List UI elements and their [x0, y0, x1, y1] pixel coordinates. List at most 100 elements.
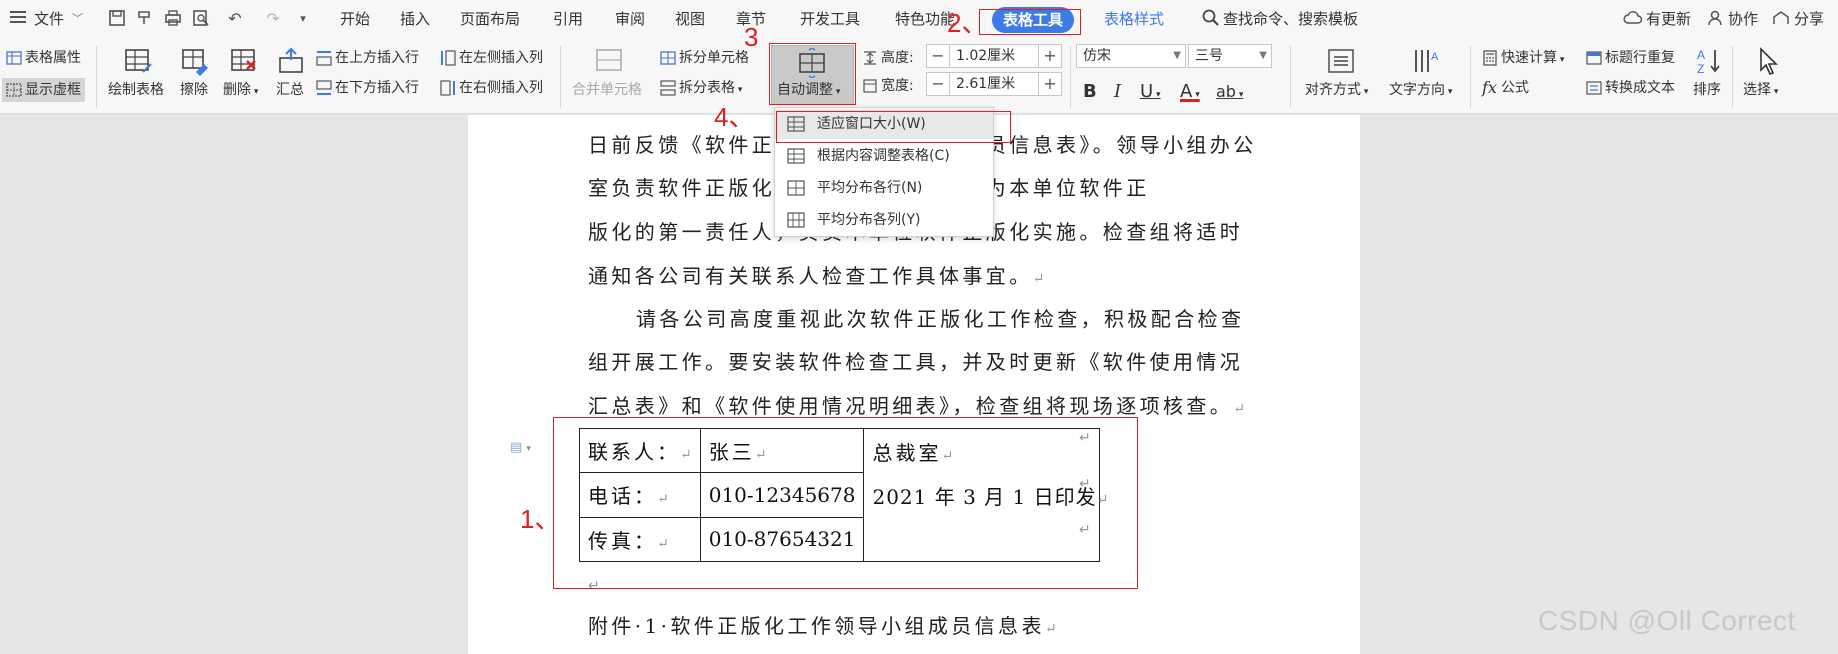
- command-search[interactable]: 查找命令、搜索模板: [1223, 8, 1358, 30]
- tab-home[interactable]: 开始: [340, 8, 370, 30]
- tab-view[interactable]: 视图: [675, 8, 705, 30]
- tab-review[interactable]: 审阅: [615, 8, 645, 30]
- show-gridlines-button[interactable]: 显示虚框: [2, 78, 85, 102]
- insert-row-above-button[interactable]: 在上方插入行: [316, 48, 419, 68]
- print-icon[interactable]: [162, 8, 184, 30]
- annotation-label: 3: [744, 22, 759, 52]
- delete-button[interactable]: 删除 ▾: [223, 80, 258, 102]
- align-button[interactable]: 对齐方式 ▾: [1305, 80, 1368, 102]
- svg-text:A: A: [1431, 51, 1439, 63]
- svg-text:Z: Z: [1697, 62, 1704, 76]
- highlight-button[interactable]: ab ▾: [1216, 82, 1243, 105]
- tab-special[interactable]: 特色功能: [895, 8, 955, 30]
- cloud-update-icon: [1622, 8, 1644, 30]
- menu-icon[interactable]: [10, 11, 26, 23]
- erase-button[interactable]: 擦除: [180, 80, 208, 100]
- save-icon[interactable]: [106, 8, 128, 30]
- table-properties-button[interactable]: 表格属性: [6, 48, 81, 68]
- paragraph-line: 附件·1·软件正版化工作领导小组成员信息表↵: [588, 614, 1057, 638]
- eraser-icon: [182, 49, 208, 76]
- menu-item-distribute-rows[interactable]: 平均分布各行(N): [775, 173, 993, 203]
- table-options-icon[interactable]: ▤ ▾: [510, 440, 531, 455]
- row-height-icon: [864, 51, 876, 65]
- collab-icon: [1706, 8, 1728, 30]
- draw-table-icon: [125, 49, 152, 73]
- menu-bar: 文件 ﹀ ↶ ↷ ▾ 开始 插入 页面布局 引用 审阅 视图 章节 开发工具 特…: [0, 0, 1838, 38]
- share-button[interactable]: 分享: [1794, 8, 1824, 30]
- col-width-field[interactable]: 2.61厘米: [949, 73, 1039, 95]
- divider: [1290, 46, 1291, 108]
- row-height-stepper[interactable]: − 1.02厘米 +: [926, 44, 1062, 68]
- draw-table-button[interactable]: 绘制表格: [108, 80, 164, 100]
- annotation-label: 1、: [520, 504, 561, 534]
- chevron-down-icon[interactable]: ﹀: [72, 8, 83, 30]
- decrement-button[interactable]: −: [927, 45, 949, 67]
- split-table-button[interactable]: 拆分表格 ▾: [660, 78, 742, 100]
- delete-table-icon: [231, 49, 256, 71]
- insert-row-below-button[interactable]: 在下方插入行: [316, 78, 419, 98]
- decrement-button[interactable]: −: [927, 73, 949, 95]
- increment-button[interactable]: +: [1039, 45, 1061, 67]
- menu-item-fit-content[interactable]: 根据内容调整表格(C): [775, 141, 993, 171]
- increment-button[interactable]: +: [1039, 73, 1061, 95]
- annotation-box-autofit: [769, 43, 856, 105]
- cursor-select-icon: [1760, 47, 1778, 75]
- chevron-down-icon: ▼: [1259, 50, 1267, 61]
- bold-button[interactable]: B: [1083, 82, 1097, 102]
- divider: [1070, 46, 1071, 108]
- text-direction-button[interactable]: 文字方向 ▾: [1389, 80, 1452, 102]
- divider: [1732, 46, 1733, 108]
- font-name-select[interactable]: 仿宋 ▼: [1076, 44, 1186, 68]
- formula-button[interactable]: fx 公式: [1482, 78, 1529, 98]
- merge-cells-button[interactable]: 合并单元格: [572, 80, 642, 100]
- collab-button[interactable]: 协作: [1728, 8, 1758, 30]
- tab-insert[interactable]: 插入: [400, 8, 430, 30]
- menu-item-distribute-cols[interactable]: 平均分布各列(Y): [775, 205, 993, 235]
- font-size-select[interactable]: 三号 ▼: [1188, 44, 1272, 68]
- tab-page-layout[interactable]: 页面布局: [460, 8, 520, 30]
- tab-references[interactable]: 引用: [553, 8, 583, 30]
- merge-cells-icon: [596, 49, 622, 71]
- tab-table-style[interactable]: 表格样式: [1104, 8, 1164, 30]
- align-icon: [1328, 49, 1354, 73]
- text-direction-icon: A: [1415, 50, 1439, 72]
- annotation-box-fit-window: [776, 111, 1011, 143]
- search-icon: [1200, 8, 1222, 30]
- row-height-field[interactable]: 1.02厘米: [949, 45, 1039, 67]
- insert-col-right-button[interactable]: 在右侧插入列: [440, 78, 543, 98]
- convert-to-text-button[interactable]: 转换成文本: [1586, 78, 1675, 98]
- convert-text-icon: [1586, 81, 1602, 95]
- print-preview-icon[interactable]: [190, 8, 212, 30]
- underline-button[interactable]: U ▾: [1140, 82, 1161, 105]
- split-cells-button[interactable]: 拆分单元格: [660, 48, 749, 68]
- share-icon: [1770, 8, 1792, 30]
- split-cells-icon: [660, 51, 676, 65]
- insert-col-left-button[interactable]: 在左侧插入列: [440, 48, 543, 68]
- quick-calc-button[interactable]: 快速计算 ▾: [1482, 48, 1564, 70]
- format-painter-icon[interactable]: [134, 8, 156, 30]
- insert-row-below-icon: [316, 80, 332, 95]
- undo-icon[interactable]: ↶: [224, 8, 246, 30]
- summary-button[interactable]: 汇总: [276, 80, 304, 100]
- select-button[interactable]: 选择 ▾: [1743, 80, 1778, 102]
- svg-text:A: A: [1697, 48, 1705, 62]
- update-button[interactable]: 有更新: [1646, 8, 1691, 30]
- annotation-label: 4、: [714, 102, 755, 132]
- repeat-header-button[interactable]: 标题行重复: [1586, 48, 1675, 68]
- more-icon[interactable]: ▾: [292, 8, 314, 30]
- tab-developer[interactable]: 开发工具: [800, 8, 860, 30]
- redo-icon[interactable]: ↷: [262, 8, 284, 30]
- font-color-button[interactable]: A ▾: [1180, 82, 1200, 105]
- col-width-stepper[interactable]: − 2.61厘米 +: [926, 72, 1062, 96]
- divider: [96, 46, 97, 108]
- file-menu[interactable]: 文件: [34, 8, 64, 30]
- summary-icon: [279, 47, 303, 73]
- paragraph-line: 通知各公司有关联系人检查工作具体事宜。↵: [588, 264, 1045, 288]
- function-icon: fx: [1482, 78, 1497, 97]
- distribute-cols-icon: [787, 212, 805, 228]
- annotation-label: 2、: [947, 8, 988, 38]
- sort-button[interactable]: 排序: [1693, 80, 1721, 100]
- italic-button[interactable]: I: [1114, 82, 1121, 102]
- paragraph-line: 请各公司高度重视此次软件正版化工作检查，积极配合检查: [636, 307, 1245, 331]
- calculator-icon: [1483, 50, 1497, 66]
